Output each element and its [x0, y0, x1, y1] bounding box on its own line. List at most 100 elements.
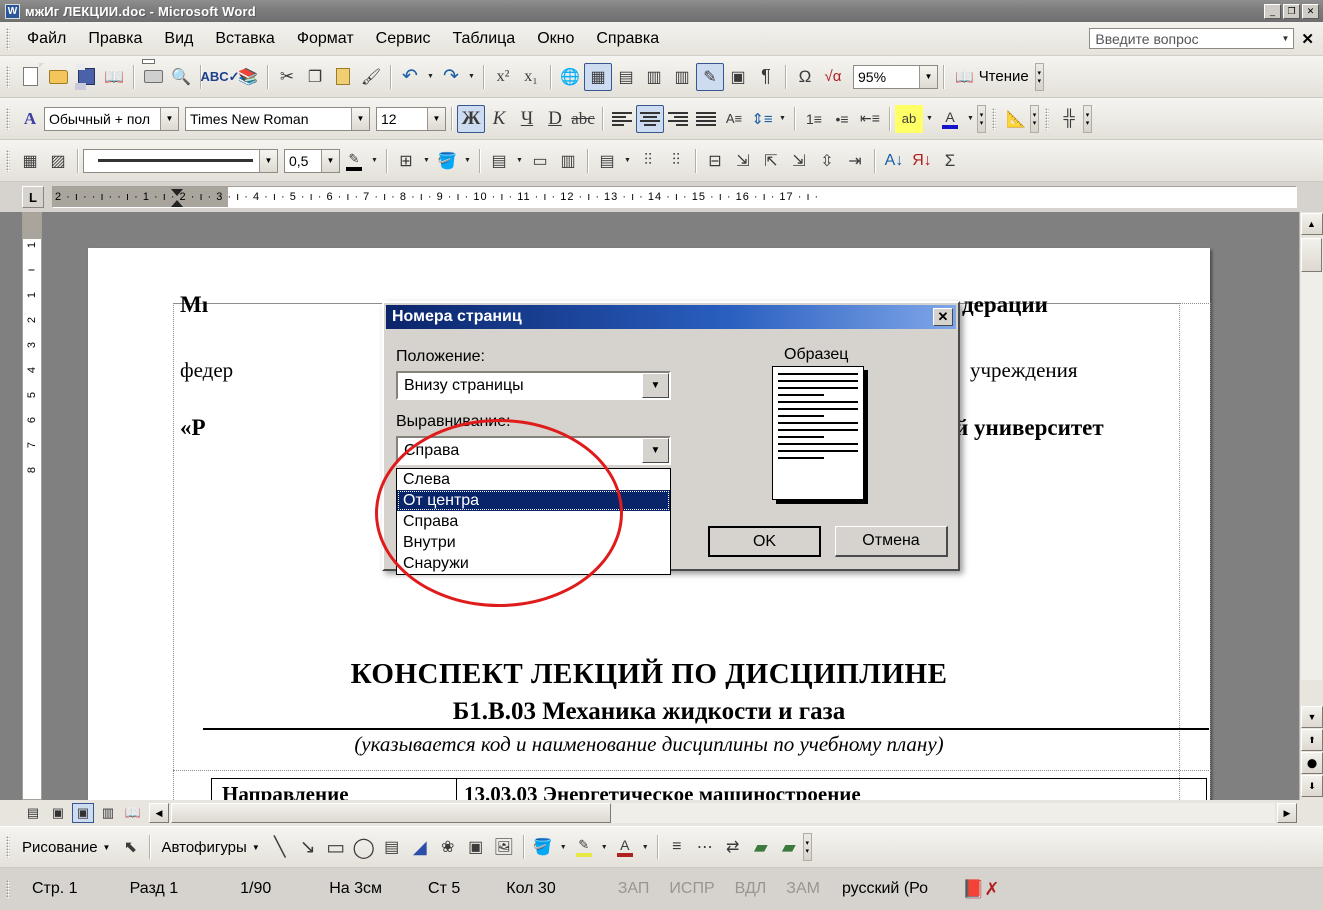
scroll-left-button[interactable]: ◀: [149, 803, 169, 823]
align-cell-icon[interactable]: ▤: [593, 147, 621, 175]
insert-table-icon[interactable]: ▤: [612, 63, 640, 91]
show-formatting-icon[interactable]: ¶: [752, 63, 780, 91]
distribute-columns-icon[interactable]: ⫶⫶: [662, 147, 690, 175]
chevron-down-icon[interactable]: ▼: [160, 107, 178, 130]
chevron-down-icon[interactable]: ▼: [919, 65, 937, 88]
sort-descending-icon[interactable]: Я↓: [908, 147, 936, 175]
close-document-button[interactable]: ✕: [1294, 30, 1323, 48]
print-layout-view-button[interactable]: ▣: [72, 803, 94, 823]
distribute-rows-icon[interactable]: ⫶⫶: [634, 147, 662, 175]
dash-style-icon[interactable]: ⋯: [691, 833, 719, 861]
line-spacing-button[interactable]: A≡: [720, 105, 748, 133]
zoom-combo[interactable]: 95% ▼: [853, 64, 938, 89]
chevron-down-icon[interactable]: ▼: [598, 844, 611, 851]
status-language[interactable]: русский (Ро: [836, 880, 934, 898]
undo-icon[interactable]: ↶: [396, 63, 424, 91]
spell-check-status-icon[interactable]: 📕✗: [956, 879, 1006, 900]
extra-overflow-button-2[interactable]: ▾ ▾: [1083, 104, 1092, 133]
chevron-down-icon[interactable]: ▼: [351, 107, 369, 130]
draw-table-icon[interactable]: ▦: [16, 147, 44, 175]
research-icon[interactable]: 📚: [234, 63, 262, 91]
align-left-button[interactable]: [608, 105, 636, 133]
open-folder-icon[interactable]: [44, 63, 72, 91]
page-numbers-dialog[interactable]: Номера страниц ✕ Положение: Внизу страни…: [382, 301, 960, 575]
style-combo[interactable]: Обычный + пол ▼: [44, 106, 179, 131]
dropdown-option-center[interactable]: От центра: [397, 490, 670, 511]
redo-icon[interactable]: ↷: [437, 63, 465, 91]
oval-icon[interactable]: ◯: [350, 833, 378, 861]
horizontal-scroll-track[interactable]: [171, 803, 1275, 823]
status-extend-selection[interactable]: ВДЛ: [729, 880, 773, 898]
fill-color-icon[interactable]: 🪣: [529, 833, 557, 861]
drawing-icon[interactable]: ✎: [696, 62, 724, 91]
reading-view-button[interactable]: 📖 Чтение: [949, 68, 1035, 86]
menu-format[interactable]: Формат: [286, 27, 365, 51]
insert-field-icon[interactable]: ╬: [1055, 105, 1083, 133]
menu-edit[interactable]: Правка: [77, 27, 153, 51]
standard-toolbar-grip[interactable]: [6, 65, 10, 88]
font-size-combo[interactable]: 12 ▼: [376, 106, 446, 131]
clip-art-icon[interactable]: ▣: [462, 833, 490, 861]
borders-icon[interactable]: ⊞: [392, 147, 420, 175]
chevron-down-icon[interactable]: ▼: [1282, 34, 1294, 43]
status-record-mode[interactable]: ЗАП: [612, 880, 656, 898]
chevron-down-icon[interactable]: ▼: [964, 115, 977, 122]
toolbar-overflow-button[interactable]: ▾ ▾: [1034, 62, 1044, 91]
font-color-icon[interactable]: A: [611, 833, 639, 861]
arrow-style-icon[interactable]: ⇄: [719, 833, 747, 861]
draw-menu-button[interactable]: Рисование ▼: [16, 839, 116, 856]
split-cells-icon[interactable]: ▥: [554, 147, 582, 175]
highlight-color-button[interactable]: ab: [895, 104, 923, 133]
chevron-down-icon[interactable]: ▼: [252, 843, 260, 852]
chevron-down-icon[interactable]: ▼: [427, 107, 445, 130]
subscript-icon[interactable]: x₁: [517, 63, 545, 91]
insert-table-icon[interactable]: ▤: [485, 147, 513, 175]
vertical-ruler[interactable]: 1 ı 1 2 3 4 5 6 7 8: [22, 212, 42, 800]
status-track-changes[interactable]: ИСПР: [663, 880, 720, 898]
horizontal-ruler[interactable]: 2 · ı · · ı · · ı · 1 · ı · 2 · ı · 3 · …: [52, 186, 1297, 208]
columns-icon[interactable]: ▥: [668, 63, 696, 91]
chevron-down-icon[interactable]: ▼: [621, 157, 634, 164]
eraser-icon[interactable]: ▨: [44, 147, 72, 175]
shadow-style-icon[interactable]: ▰: [747, 833, 775, 861]
scroll-right-button[interactable]: ▶: [1277, 803, 1297, 823]
maximize-button[interactable]: ❐: [1283, 3, 1300, 19]
chevron-down-icon[interactable]: ▼: [513, 157, 526, 164]
chevron-down-icon[interactable]: ▼: [639, 844, 652, 851]
decrease-indent-button[interactable]: ⇤≡: [856, 105, 884, 133]
align-right-button[interactable]: [664, 105, 692, 133]
menu-help[interactable]: Справка: [585, 27, 670, 51]
tables-borders-icon[interactable]: ▦: [584, 62, 612, 91]
arrow-icon[interactable]: ↘: [294, 833, 322, 861]
table-autoformat-icon[interactable]: ⊟: [701, 147, 729, 175]
dropdown-option-left[interactable]: Слева: [397, 469, 670, 490]
document-map-icon[interactable]: ▣: [724, 63, 752, 91]
merge-cells-icon[interactable]: ▭: [526, 147, 554, 175]
cell-align-mid-icon[interactable]: ⇲: [785, 147, 813, 175]
format-painter-icon[interactable]: 🖌: [357, 63, 385, 91]
outline-view-button[interactable]: ▥: [97, 803, 119, 823]
spelling-icon[interactable]: ABC✓: [200, 63, 239, 91]
close-window-button[interactable]: ✕: [1302, 3, 1319, 19]
extra-overflow-button[interactable]: ▾ ▾: [1030, 104, 1039, 133]
select-objects-icon[interactable]: ⬉: [116, 833, 144, 861]
chevron-down-icon[interactable]: ▼: [642, 438, 669, 463]
cell-align-bottom-icon[interactable]: ⇳: [813, 147, 841, 175]
menu-view[interactable]: Вид: [153, 27, 204, 51]
ask-a-question-input[interactable]: Введите вопрос ▼: [1089, 28, 1295, 49]
italic-button[interactable]: К: [485, 105, 513, 133]
chevron-down-icon[interactable]: ▼: [259, 149, 277, 172]
cut-icon[interactable]: ✂: [273, 63, 301, 91]
wordart-icon[interactable]: ◢: [406, 833, 434, 861]
menu-insert[interactable]: Вставка: [204, 27, 285, 51]
chevron-down-icon[interactable]: ▼: [461, 157, 474, 164]
alignment-dropdown-list[interactable]: Слева От центра Справа Внутри Снаружи: [396, 468, 671, 575]
select-browse-object-button[interactable]: ⬤: [1301, 752, 1323, 774]
paragraph-spacing-button[interactable]: ⇕≡: [748, 105, 776, 133]
tab-stop-selector[interactable]: L: [22, 186, 44, 208]
text-box-icon[interactable]: ▤: [378, 833, 406, 861]
autosum-icon[interactable]: Σ: [936, 147, 964, 175]
chevron-down-icon[interactable]: ▼: [642, 373, 669, 398]
extra-toolbar-grip-2[interactable]: [1045, 107, 1049, 130]
undo-dropdown-icon[interactable]: ▼: [424, 73, 437, 80]
